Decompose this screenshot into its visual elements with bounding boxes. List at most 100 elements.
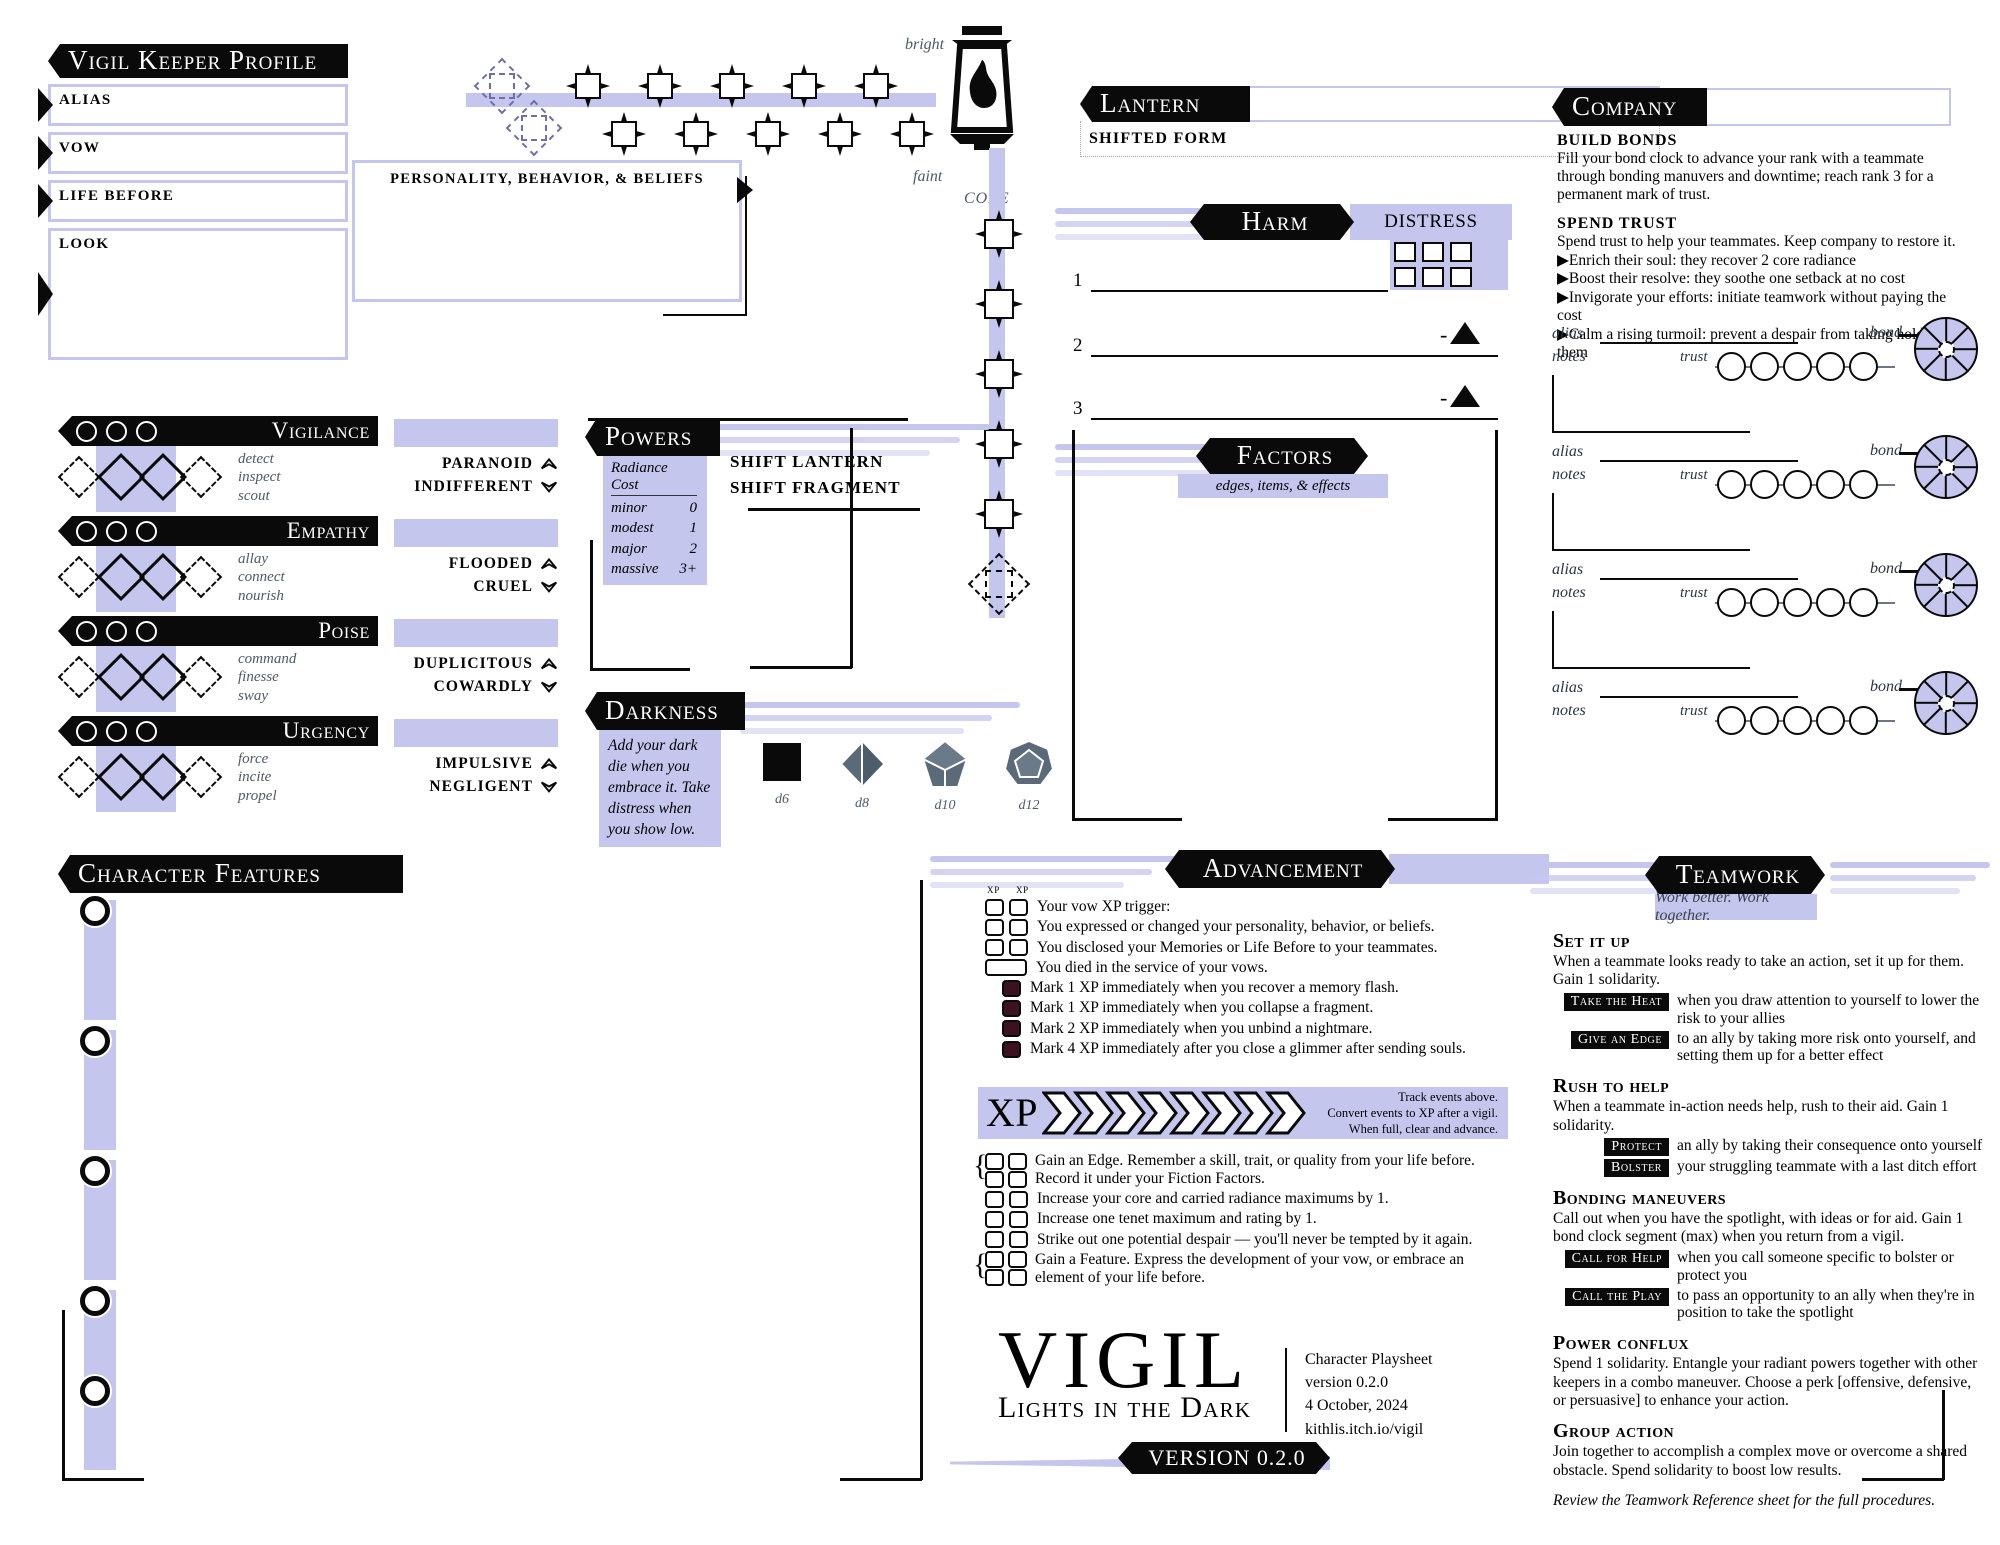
upgrade-checkbox[interactable] [985, 1152, 1004, 1170]
distress-box[interactable] [1394, 242, 1416, 262]
feature-slot[interactable] [80, 1376, 116, 1470]
core-node-empty[interactable] [967, 552, 1031, 616]
harm-row-1[interactable]: 1 [1073, 270, 1388, 292]
upgrade-checkbox[interactable] [1008, 1269, 1027, 1287]
upgrade-checkbox[interactable] [985, 1231, 1004, 1249]
bond-clock[interactable] [1914, 553, 1978, 617]
trust-circle[interactable] [1750, 588, 1779, 617]
radiance-node[interactable] [602, 112, 646, 156]
radiance-node[interactable] [818, 112, 862, 156]
distress-box[interactable] [1422, 242, 1444, 262]
radiance-node[interactable] [746, 112, 790, 156]
trust-circle[interactable] [1816, 470, 1845, 499]
trust-circle[interactable] [1849, 588, 1878, 617]
vigilance-rating-dot[interactable] [76, 420, 97, 442]
trust-circle[interactable] [1717, 588, 1746, 617]
tenet-slot[interactable] [179, 555, 223, 599]
tenet-slot[interactable] [57, 455, 101, 499]
upgrade-gain-feature[interactable]: { Gain a Feature. Express the developmen… [973, 1249, 1505, 1287]
trust-circle[interactable] [1717, 470, 1746, 499]
radiance-node[interactable] [638, 64, 682, 108]
core-node[interactable] [975, 280, 1023, 328]
poise-rating-dot[interactable] [76, 620, 97, 642]
teamwork-move[interactable]: Give an Edge to an ally by taking more r… [1553, 1030, 1983, 1066]
trust-circle[interactable] [1750, 470, 1779, 499]
xp-checkbox-filled[interactable] [1002, 1040, 1021, 1058]
trust-circle[interactable] [1783, 470, 1812, 499]
trust-circle[interactable] [1717, 706, 1746, 735]
tenet-slot[interactable] [179, 655, 223, 699]
upgrade-checkbox[interactable] [1008, 1152, 1027, 1170]
xp-checkbox-filled[interactable] [1002, 979, 1021, 997]
trust-circle[interactable] [1816, 588, 1845, 617]
trust-circle[interactable] [1783, 588, 1812, 617]
xp-checkbox[interactable] [985, 939, 1004, 957]
upgrade-checkbox[interactable] [1008, 1170, 1027, 1188]
trust-circle[interactable] [1783, 706, 1812, 735]
vigilance-rating-dot[interactable] [136, 420, 157, 442]
advancement-event[interactable]: Mark 1 XP immediately when you collapse … [985, 999, 1505, 1018]
die-d8[interactable]: d8 [838, 740, 886, 814]
field-alias[interactable]: ALIAS [38, 84, 348, 126]
shift-lantern-label[interactable]: SHIFT LANTERN [730, 452, 884, 472]
tenet-slot[interactable] [179, 755, 223, 799]
despair-row[interactable]: FLOODED [449, 552, 558, 575]
urgency-rating-dot[interactable] [106, 720, 127, 742]
xp-checkbox[interactable] [1009, 918, 1028, 936]
radiance-node[interactable] [566, 64, 610, 108]
tenet-slot[interactable] [179, 455, 223, 499]
distress-box[interactable] [1450, 267, 1472, 287]
die-d12[interactable]: d12 [1003, 739, 1055, 814]
vigilance-rating-dot[interactable] [106, 420, 127, 442]
advancement-event[interactable]: You expressed or changed your personalit… [985, 918, 1505, 936]
xp-checkbox-filled[interactable] [1002, 1000, 1021, 1018]
upgrade-checkbox[interactable] [1009, 1190, 1028, 1208]
tenet-slot[interactable] [57, 755, 101, 799]
xp-chevron-slots[interactable] [1041, 1090, 1312, 1136]
trust-circle[interactable] [1849, 706, 1878, 735]
upgrade-checkbox[interactable] [985, 1251, 1004, 1269]
urgency-rating-dot[interactable] [76, 720, 97, 742]
trust-circle[interactable] [1849, 470, 1878, 499]
distress-box[interactable] [1450, 242, 1472, 262]
despair-row[interactable]: CRUEL [449, 575, 558, 598]
alias-line[interactable] [1600, 342, 1798, 345]
shift-fragment-label[interactable]: SHIFT FRAGMENT [730, 478, 901, 498]
radiance-node-empty[interactable] [473, 57, 531, 115]
urgency-rating-dot[interactable] [136, 720, 157, 742]
upgrade-tenet-max[interactable]: Increase one tenet maximum and rating by… [985, 1210, 1505, 1228]
advancement-event[interactable]: You died in the service of your vows. [985, 959, 1505, 977]
feature-slot[interactable] [80, 1026, 116, 1150]
teamwork-move[interactable]: Protect an ally by taking their conseque… [1553, 1137, 1983, 1156]
upgrade-checkbox[interactable] [985, 1190, 1004, 1208]
bond-clock[interactable] [1914, 317, 1978, 381]
empathy-rating-dot[interactable] [76, 520, 97, 542]
alias-line[interactable] [1600, 696, 1798, 699]
harm-row-2[interactable]: 2 [1073, 335, 1498, 357]
radiance-node[interactable] [890, 112, 934, 156]
despair-row[interactable]: COWARDLY [414, 675, 558, 698]
despair-row[interactable]: IMPULSIVE [429, 752, 558, 775]
upgrade-checkbox[interactable] [985, 1170, 1004, 1188]
alias-line[interactable] [1600, 460, 1798, 463]
advancement-event[interactable]: Mark 4 XP immediately after you close a … [985, 1040, 1505, 1058]
empathy-rating-dot[interactable] [136, 520, 157, 542]
tenet-slot[interactable] [57, 555, 101, 599]
company-name-input[interactable] [1707, 88, 1951, 126]
bond-clock[interactable] [1914, 435, 1978, 499]
despair-row[interactable]: DUPLICITOUS [414, 652, 558, 675]
radiance-node[interactable] [782, 64, 826, 108]
trust-circle[interactable] [1816, 706, 1845, 735]
trust-circle[interactable] [1717, 352, 1746, 381]
xp-checkbox-filled[interactable] [1002, 1020, 1021, 1038]
advancement-event[interactable]: You disclosed your Memories or Life Befo… [985, 939, 1505, 957]
upgrade-gain-edge[interactable]: { Gain an Edge. Remember a skill, trait,… [973, 1151, 1505, 1188]
bond-clock[interactable] [1914, 671, 1978, 735]
alias-line[interactable] [1600, 578, 1798, 581]
upgrade-checkbox[interactable] [985, 1210, 1004, 1228]
die-d6[interactable]: d6 [760, 740, 804, 814]
teamwork-move[interactable]: Call for Help when you call someone spec… [1553, 1249, 1983, 1285]
upgrade-radiance-max[interactable]: Increase your core and carried radiance … [985, 1190, 1505, 1208]
field-life-before[interactable]: LIFE BEFORE [38, 180, 348, 222]
upgrade-checkbox[interactable] [1008, 1251, 1027, 1269]
